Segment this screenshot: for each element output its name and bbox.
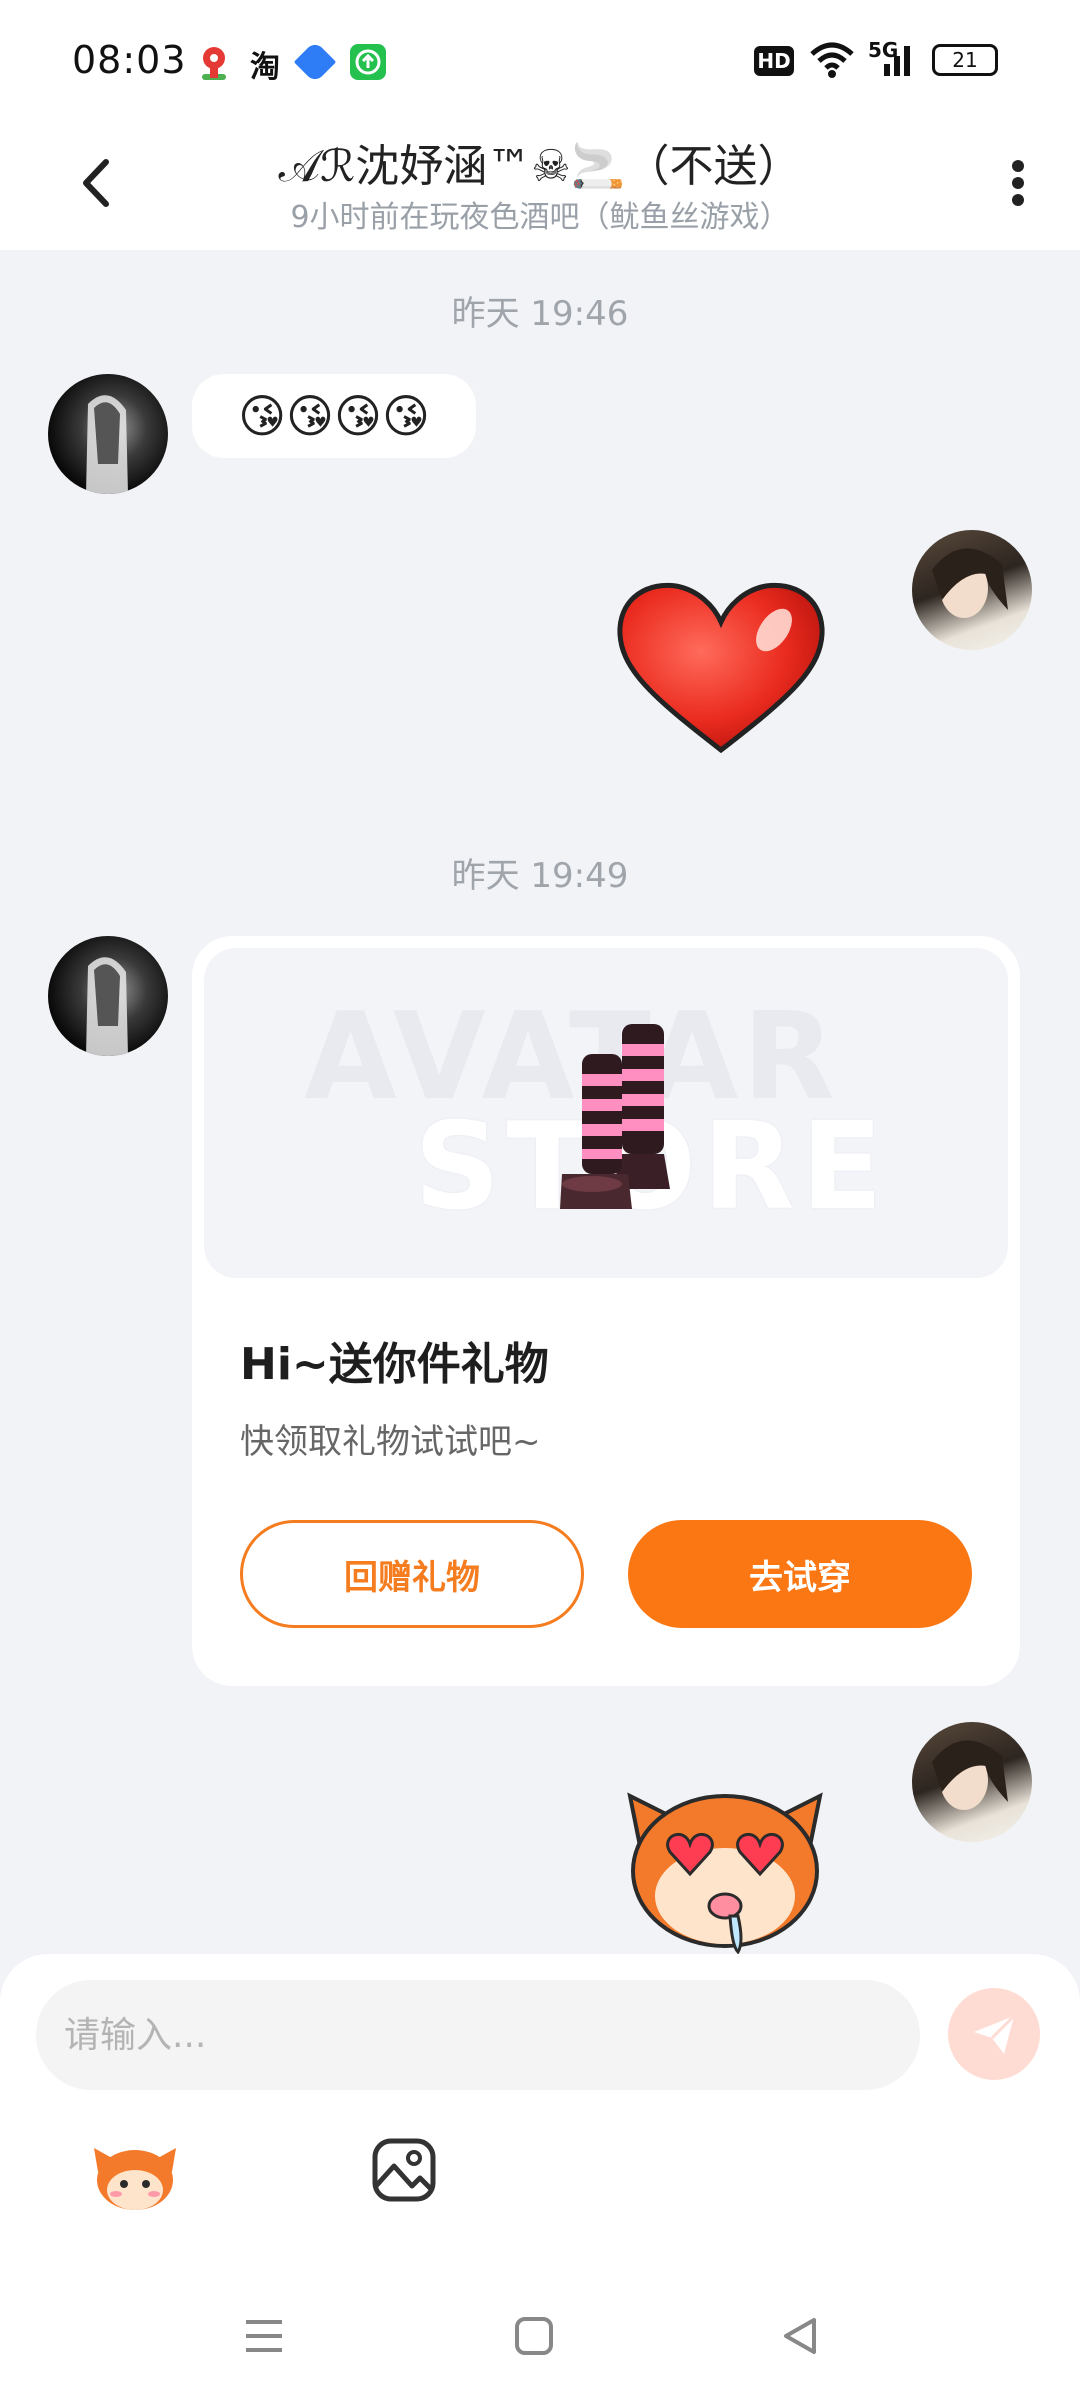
wifi-icon (808, 40, 856, 84)
more-vertical-icon[interactable] (998, 148, 1038, 218)
timestamp: 昨天 19:49 (451, 856, 629, 896)
signal-icon (870, 40, 918, 84)
battery-level: 21 (952, 48, 978, 72)
mascot-sticker-icon[interactable] (90, 2134, 180, 2214)
my-avatar[interactable] (912, 530, 1032, 650)
boots-item-image (552, 1014, 682, 1214)
send-button[interactable] (948, 1988, 1040, 2080)
heart-sticker[interactable] (614, 578, 828, 758)
chat-header: 𝒜ℛ沈妤涵™☠🚬（不送） 9小时前在玩夜色酒吧（鱿鱼丝游戏） (0, 120, 1080, 250)
friend-avatar[interactable] (48, 374, 168, 494)
status-time: 08:03 (72, 38, 187, 82)
system-nav-bar (0, 2270, 1080, 2400)
paper-plane-icon (974, 2014, 1016, 2054)
blue-app-icon (293, 40, 337, 84)
chat-title: 𝒜ℛ沈妤涵™☠🚬（不送） (278, 141, 802, 192)
timestamp: 昨天 19:46 (451, 294, 629, 334)
try-on-button[interactable]: 去试穿 (628, 1520, 972, 1628)
message-input[interactable] (36, 1980, 920, 2090)
menu-icon[interactable] (244, 2316, 284, 2356)
hd-icon: HD (754, 46, 794, 76)
gift-image[interactable]: AVATAR STORE (204, 948, 1008, 1278)
emoji-message-bubble[interactable]: 😘😘😘😘 (192, 374, 476, 458)
battery-icon: 21 (932, 44, 998, 76)
chat-subtitle: 9小时前在玩夜色酒吧（鱿鱼丝游戏） (290, 200, 790, 235)
taobao-icon: 淘 (250, 50, 280, 85)
back-triangle-icon[interactable] (780, 2316, 820, 2356)
emoji-message-text: 😘😘😘😘 (238, 389, 430, 443)
return-gift-button[interactable]: 回赠礼物 (240, 1520, 584, 1628)
image-icon[interactable] (370, 2136, 438, 2204)
status-bar: 08:03 淘 HD 5G 21 (0, 0, 1080, 120)
my-avatar[interactable] (912, 1722, 1032, 1842)
gift-card-title: Hi~送你件礼物 (240, 1339, 549, 1390)
green-upload-icon (350, 44, 386, 80)
gift-card-description: 快领取礼物试试吧~ (240, 1422, 541, 1462)
map-pin-icon (196, 44, 232, 84)
gift-card[interactable]: AVATAR STORE Hi~送你件礼物 快领取礼物试试吧~ 回赠礼物 去试 (192, 936, 1020, 1686)
friend-avatar[interactable] (48, 936, 168, 1056)
mascot-sticker[interactable] (620, 1756, 830, 1956)
home-square-icon[interactable] (514, 2316, 554, 2356)
